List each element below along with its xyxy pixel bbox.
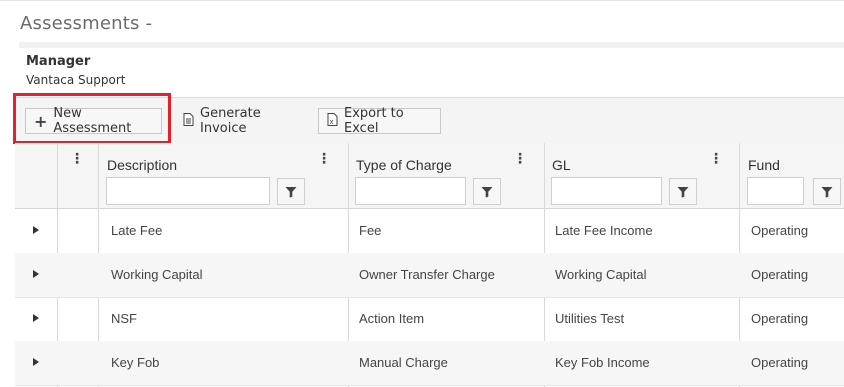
manager-label: Manager — [26, 54, 91, 69]
description-cell: Key Fob — [111, 355, 160, 370]
expand-row-icon[interactable] — [33, 314, 39, 322]
top-divider — [0, 0, 844, 1]
fund-cell: Operating — [751, 223, 809, 238]
table-row[interactable]: Working Capital Owner Transfer Charge Wo… — [15, 253, 844, 298]
table-row[interactable]: Late Fee Fee Late Fee Income Operating — [15, 209, 844, 254]
expand-row-icon[interactable] — [33, 226, 39, 234]
filter-icon[interactable] — [473, 178, 501, 205]
export-excel-label: Export to Excel — [344, 106, 404, 136]
assessments-page: Assessments - Manager Vantaca Support + … — [0, 0, 844, 387]
gl-filter-input[interactable] — [551, 177, 662, 205]
expand-row-icon[interactable] — [33, 270, 39, 278]
generate-invoice-label: Generate Invoice — [200, 106, 261, 136]
description-filter-input[interactable] — [106, 177, 270, 205]
gl-cell: Working Capital — [555, 267, 647, 282]
type-cell: Action Item — [359, 311, 425, 326]
fund-cell: Operating — [751, 267, 809, 282]
page-title: Assessments - — [20, 13, 153, 34]
fund-filter-input[interactable] — [747, 177, 804, 205]
column-header-gl[interactable]: GL — [552, 157, 571, 173]
svg-text:x: x — [330, 118, 334, 126]
table-row[interactable]: Key Fob Manual Charge Key Fob Income Ope… — [15, 341, 844, 386]
type-of-charge-filter-input[interactable] — [355, 177, 466, 205]
type-cell: Fee — [359, 223, 382, 238]
manager-value: Vantaca Support — [26, 73, 126, 87]
column-menu-icon[interactable]: ⋮ — [513, 152, 527, 166]
column-header-type-of-charge[interactable]: Type of Charge — [356, 157, 452, 173]
description-cell: Working Capital — [111, 267, 203, 282]
column-header-description[interactable]: Description — [107, 157, 177, 173]
manager-panel-bar — [19, 42, 844, 48]
column-menu-icon[interactable]: ⋮ — [709, 152, 723, 166]
gl-cell: Utilities Test — [555, 311, 625, 326]
filter-icon[interactable] — [669, 178, 697, 205]
gl-cell: Key Fob Income — [555, 355, 650, 370]
column-menu-icon[interactable]: ⋮ — [70, 152, 84, 166]
document-icon — [183, 112, 194, 130]
fund-cell: Operating — [751, 355, 809, 370]
excel-icon: x — [327, 112, 338, 130]
filter-icon[interactable] — [813, 178, 841, 205]
description-cell: Late Fee — [111, 223, 163, 238]
gl-cell: Late Fee Income — [555, 223, 653, 238]
generate-invoice-button[interactable]: Generate Invoice — [175, 106, 309, 136]
fund-cell: Operating — [751, 311, 809, 326]
column-header-fund[interactable]: Fund — [748, 157, 780, 173]
filter-icon[interactable] — [277, 178, 305, 205]
type-cell: Owner Transfer Charge — [359, 267, 495, 282]
assessments-grid: ⋮ Description ⋮ Type of Charge ⋮ GL ⋮ Fu… — [15, 143, 844, 387]
expand-row-icon[interactable] — [33, 358, 39, 366]
table-row[interactable]: NSF Action Item Utilities Test Operating — [15, 297, 844, 342]
column-menu-icon[interactable]: ⋮ — [317, 152, 331, 166]
type-cell: Manual Charge — [359, 355, 448, 370]
highlight-box — [13, 93, 171, 144]
export-excel-button[interactable]: x Export to Excel — [318, 106, 441, 136]
description-cell: NSF — [111, 311, 137, 326]
